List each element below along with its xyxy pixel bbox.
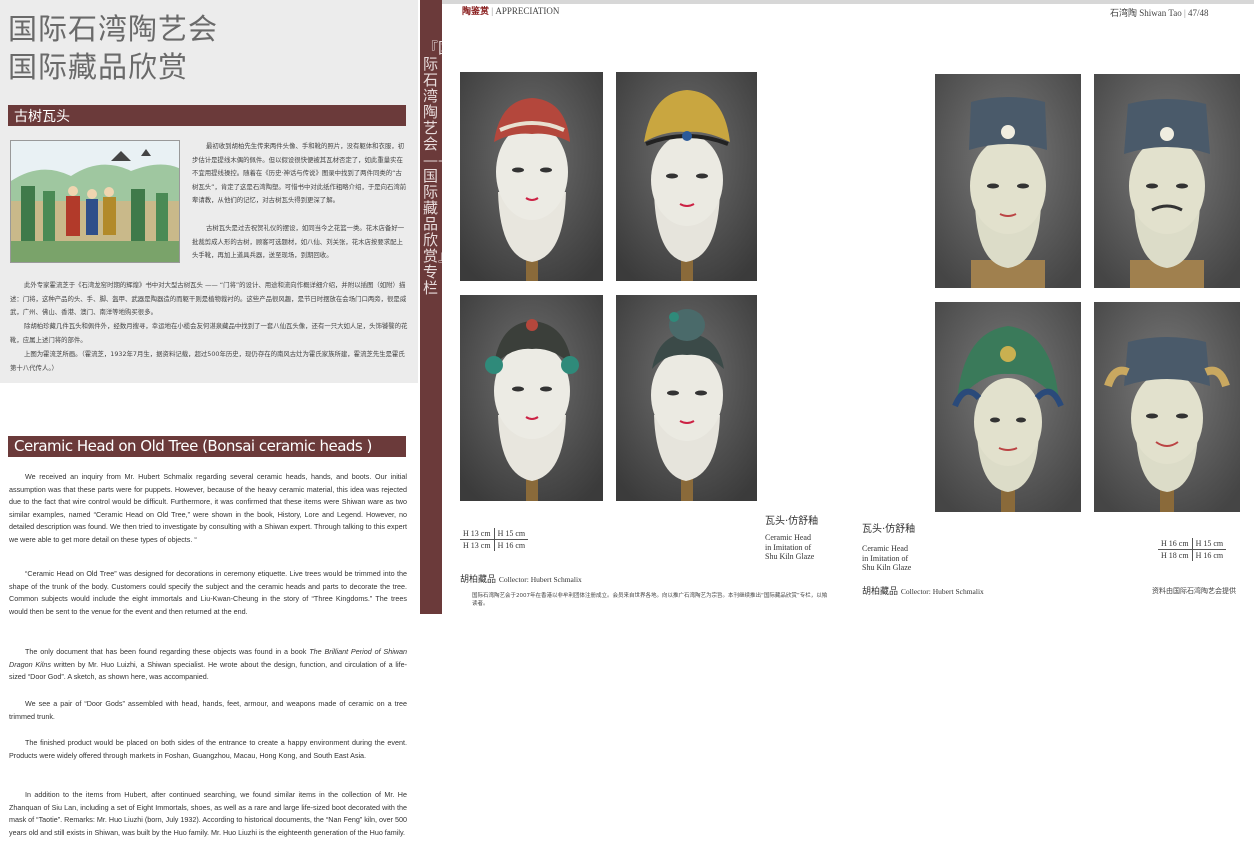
caption-en-line: Shu Kiln Glaze bbox=[765, 552, 815, 561]
source-credit: 资料由国际石湾陶艺会提供 bbox=[1152, 587, 1236, 595]
header-logo: 陶鉴赏 bbox=[462, 7, 490, 17]
en-paragraph-3-text-a: The only document that has been found re… bbox=[25, 647, 310, 656]
caption-zh-left: 瓦头·仿舒釉 bbox=[765, 516, 819, 527]
zh-paragraph-1: 最初收到胡柏先生传来两件头像、手和靴的照片，没有躯体和衣服，初步估计是提线木偶的… bbox=[192, 142, 407, 204]
size-cell: H 13 cm bbox=[460, 539, 495, 551]
magazine-name: 石湾陶 Shiwan Tao bbox=[1110, 8, 1182, 18]
caption-en-line: in Imitation of bbox=[765, 542, 812, 552]
ceramic-head-photo-3 bbox=[460, 295, 603, 501]
collector-en: Collector: Hubert Schmalix bbox=[900, 587, 984, 596]
size-cell: H 15 cm bbox=[1192, 538, 1227, 550]
en-paragraph-5: The finished product would be placed on … bbox=[9, 738, 407, 760]
caption-en-line: in Imitation of bbox=[862, 553, 909, 563]
title-line-2: 国际藏品欣赏 bbox=[8, 50, 189, 84]
en-paragraph-4: We see a pair of “Door Gods” assembled w… bbox=[9, 699, 407, 721]
spread-header-right: 石湾陶 Shiwan Tao | 47/48 bbox=[1110, 8, 1209, 18]
size-cell: H 16 cm bbox=[1158, 538, 1193, 550]
collector-zh: 胡柏藏品 bbox=[862, 587, 899, 597]
spine-title: 『国际石湾陶艺会——国际藏品欣赏』专栏 bbox=[423, 39, 454, 297]
door-god-painting bbox=[10, 140, 180, 263]
page-number: 47/48 bbox=[1188, 8, 1209, 18]
ceramic-head-photo-7 bbox=[935, 302, 1081, 512]
caption-en-line: Ceramic Head bbox=[765, 533, 811, 542]
ceramic-head-photo-5 bbox=[935, 74, 1081, 288]
en-paragraph-3-text-b: written by Mr. Huo Luizhi, a Shiwan spec… bbox=[9, 659, 407, 682]
collector-zh: 胡柏藏品 bbox=[460, 575, 497, 585]
title-line-1: 国际石湾陶艺会 bbox=[8, 12, 219, 46]
spread-header-left: 陶鉴赏 | APPRECIATION bbox=[462, 6, 560, 17]
ceramic-head-photo-8 bbox=[1094, 302, 1240, 512]
caption-en-left: Ceramic Head in Imitation of Shu Kiln Gl… bbox=[765, 533, 814, 562]
size-table-right: H 16 cm H 15 cm H 18 cm H 16 cm bbox=[1158, 538, 1227, 561]
zh-paragraph-3: 此外专家霍流芝于《石湾龙窑时期的辉煌》书中对大型古树瓦头 —— “门将”的设计、… bbox=[10, 281, 407, 316]
caption-en-right: Ceramic Head in Imitation of Shu Kiln Gl… bbox=[862, 544, 911, 573]
collector-en: Collector: Hubert Schmalix bbox=[498, 575, 582, 584]
ceramic-head-photo-4 bbox=[616, 295, 757, 501]
en-paragraph-3: The only document that has been found re… bbox=[9, 646, 407, 684]
zh-paragraph-5: 上图为霍流芝所画。（霍流芝，1932年7月生，据资料记载，超过500年历史，现仍… bbox=[10, 350, 405, 372]
ceramic-head-photo-6 bbox=[1094, 74, 1240, 288]
en-paragraph-2: “Ceramic Head on Old Tree” was designed … bbox=[9, 569, 407, 616]
size-cell: H 15 cm bbox=[494, 528, 529, 540]
collector-credit-left: 胡柏藏品 Collector: Hubert Schmalix bbox=[460, 572, 582, 585]
en-paragraph-6: In addition to the items from Hubert, af… bbox=[9, 790, 407, 837]
header-section: APPRECIATION bbox=[495, 6, 560, 16]
caption-en-line: Shu Kiln Glaze bbox=[862, 563, 912, 572]
zh-paragraph-4: 除胡柏珍藏几件瓦头和佩件外，经数月搜寻，幸运地在小榄会友何湛泉藏品中找到了一套八… bbox=[10, 322, 408, 344]
size-cell: H 16 cm bbox=[1195, 551, 1224, 560]
zh-paragraph-2: 古树瓦头是过去祝贺礼仪的摆设，如同当今之花篮一类。花木店备好一批裁剪成人形的古树… bbox=[192, 224, 405, 259]
size-table-left: H 13 cm H 15 cm H 13 cm H 16 cm bbox=[460, 528, 529, 551]
size-cell: H 18 cm bbox=[1158, 549, 1193, 561]
collector-credit-right: 胡柏藏品 Collector: Hubert Schmalix bbox=[862, 584, 984, 597]
caption-en-line: Ceramic Head bbox=[862, 544, 908, 553]
ceramic-head-photo-1 bbox=[460, 72, 603, 281]
caption-zh-right: 瓦头·仿舒釉 bbox=[862, 524, 916, 535]
ceramic-head-photo-2 bbox=[616, 72, 757, 281]
section-heading-en: Ceramic Head on Old Tree (Bonsai ceramic… bbox=[8, 436, 406, 457]
en-paragraph-1: We received an inquiry from Mr. Hubert S… bbox=[9, 472, 407, 544]
size-cell: H 16 cm bbox=[497, 541, 526, 550]
size-cell: H 13 cm bbox=[460, 528, 495, 540]
section-heading-zh: 古树瓦头 bbox=[8, 105, 406, 126]
society-note: 国际石湾陶艺会于2007年在香港以非牟利团体注册成立。会员来自世界各地。向以推广… bbox=[472, 593, 828, 607]
